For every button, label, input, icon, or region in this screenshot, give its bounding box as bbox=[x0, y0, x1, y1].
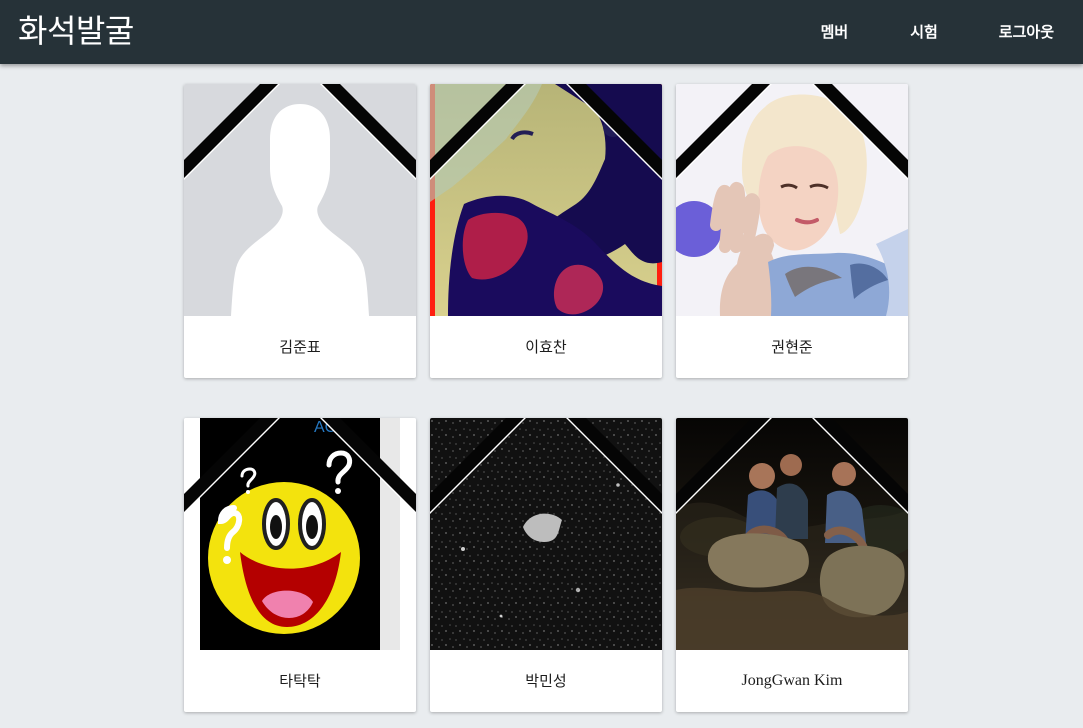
member-card[interactable]: 권현준 bbox=[676, 84, 908, 378]
member-photo bbox=[184, 84, 416, 316]
nav-link-members[interactable]: 멤버 bbox=[821, 21, 849, 44]
member-name: JongGwan Kim bbox=[741, 672, 843, 689]
top-navbar: 화석발굴 멤버 시험 로그아웃 bbox=[0, 0, 1083, 64]
member-card[interactable]: 김준표 bbox=[184, 84, 416, 378]
member-photo bbox=[430, 418, 662, 650]
nav-link-exam[interactable]: 시험 bbox=[910, 21, 938, 44]
member-photo bbox=[676, 84, 908, 316]
member-name: 타탁탁 bbox=[279, 672, 321, 690]
member-name: 권현준 bbox=[771, 338, 813, 356]
member-card[interactable]: JongGwan Kim bbox=[676, 418, 908, 712]
svg-text:AC: AC bbox=[314, 419, 336, 436]
member-name: 박민성 bbox=[525, 672, 567, 690]
member-card[interactable]: 이효찬 bbox=[430, 84, 662, 378]
member-name: 이효찬 bbox=[525, 338, 567, 356]
member-photo bbox=[676, 418, 908, 650]
member-card[interactable]: 박민성 bbox=[430, 418, 662, 712]
app-brand-title[interactable]: 화석발굴 bbox=[18, 9, 134, 53]
nav-links: 멤버 시험 로그아웃 bbox=[821, 0, 1083, 64]
member-photo: AC bbox=[184, 418, 416, 650]
member-card[interactable]: AC 타탁탁 bbox=[184, 418, 416, 712]
member-photo bbox=[430, 84, 662, 316]
nav-link-logout[interactable]: 로그아웃 bbox=[999, 21, 1054, 44]
member-name: 김준표 bbox=[279, 338, 321, 356]
member-card-grid: 김준표 이효찬 권현준 AC 타탁탁 박민성 JongGwan Kim bbox=[0, 0, 1083, 728]
